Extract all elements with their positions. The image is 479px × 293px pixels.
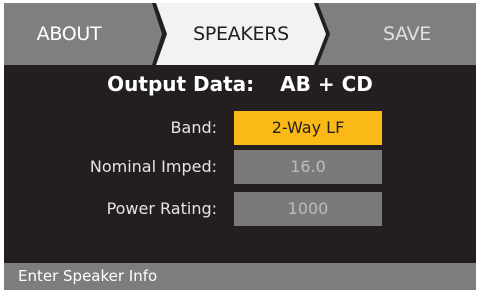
output-data-value: AB + CD bbox=[280, 72, 373, 96]
nominal-imped-label: Nominal Imped: bbox=[89, 157, 217, 176]
tab-bar: ABOUT SPEAKERS SAVE bbox=[4, 3, 476, 65]
speaker-setup-screen: ABOUT SPEAKERS SAVE Output Data: AB + CD… bbox=[4, 3, 476, 290]
power-rating-label: Power Rating: bbox=[106, 199, 217, 218]
nominal-imped-row: Nominal Imped: 16.0 bbox=[4, 150, 476, 184]
status-bar: Enter Speaker Info bbox=[4, 263, 476, 290]
band-label: Band: bbox=[170, 118, 217, 137]
nominal-imped-field[interactable]: 16.0 bbox=[234, 150, 382, 184]
power-rating-row: Power Rating: 1000 bbox=[4, 192, 476, 226]
output-data-label: Output Data: bbox=[107, 72, 255, 96]
band-row: Band: 2-Way LF bbox=[4, 111, 476, 145]
band-field[interactable]: 2-Way LF bbox=[234, 111, 382, 145]
status-text: Enter Speaker Info bbox=[18, 267, 158, 285]
tab-save[interactable]: SAVE bbox=[342, 3, 472, 65]
tab-about[interactable]: ABOUT bbox=[4, 3, 134, 65]
output-data-heading: Output Data: AB + CD bbox=[4, 65, 476, 103]
tab-speakers[interactable]: SPEAKERS bbox=[166, 3, 316, 65]
power-rating-field[interactable]: 1000 bbox=[234, 192, 382, 226]
